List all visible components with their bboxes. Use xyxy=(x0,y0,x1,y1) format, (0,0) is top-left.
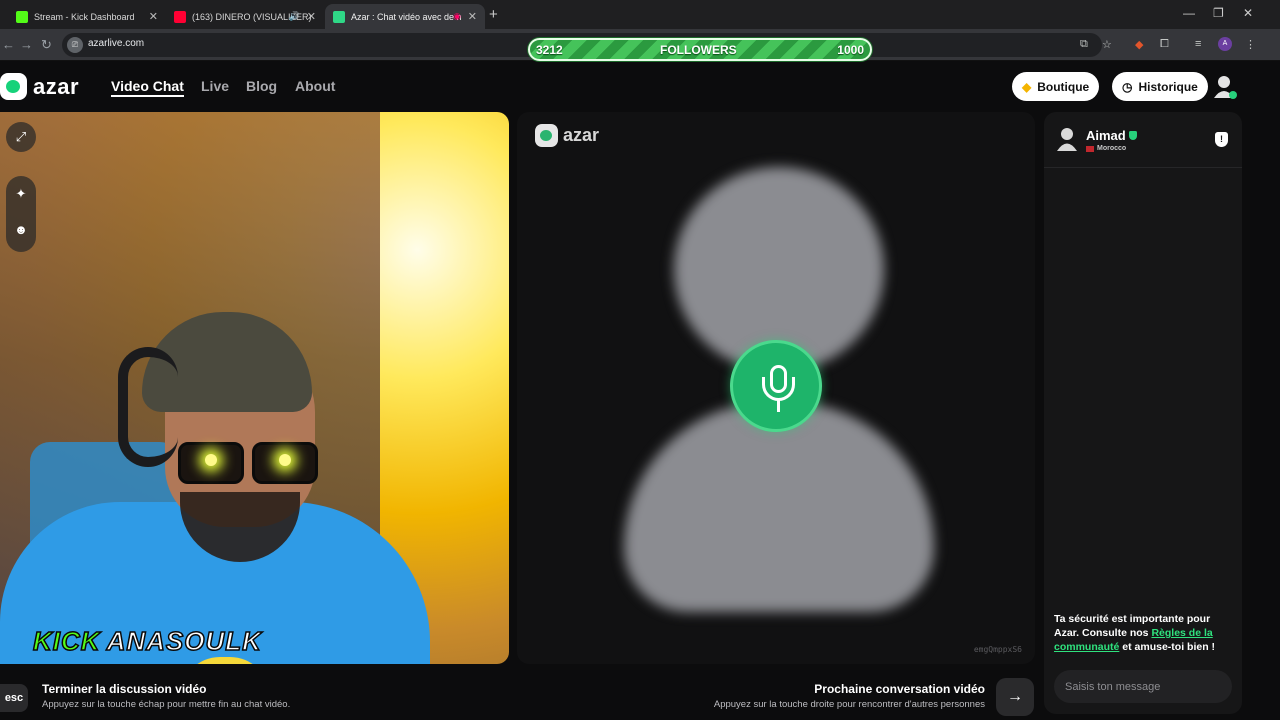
partner-name-row: Aimad xyxy=(1086,128,1137,143)
tab-azar-active[interactable]: Azar : Chat vidéo avec de n ◉ ✕ xyxy=(325,4,485,29)
speaker-icon[interactable]: 🔊 xyxy=(289,11,300,22)
platform-tag: KICK xyxy=(32,625,101,657)
tab-kick-dashboard[interactable]: Stream - Kick Dashboard ✕ xyxy=(8,4,166,29)
next-chat-hint: Appuyez sur la touche droite pour rencon… xyxy=(713,699,985,710)
session-id: emgQmppxS6 xyxy=(973,645,1022,654)
headset xyxy=(118,347,178,467)
streamer-handle: ANASOULK xyxy=(106,625,262,657)
browser-tab-strip: Stream - Kick Dashboard ✕ (163) DINERO (… xyxy=(0,0,1280,29)
bottom-controls: esc Terminer la discussion vidéo Appuyez… xyxy=(0,670,1040,720)
placeholder-avatar-body xyxy=(624,402,934,612)
streamer-name-overlay: KICK ANASOULK xyxy=(32,625,262,657)
safety-text-2: et amuse-toi bien ! xyxy=(1119,641,1216,653)
followers-goal: 1000 xyxy=(837,43,864,57)
azar-wordmark: azar xyxy=(33,73,80,99)
esc-key-button[interactable]: esc xyxy=(0,684,28,712)
diamond-icon: ◆ xyxy=(1022,79,1032,94)
chrome-menu-icon[interactable]: ⋮ xyxy=(1245,38,1256,51)
recording-icon: ◉ xyxy=(453,11,461,21)
partner-country-row: Morocco xyxy=(1086,145,1126,152)
azar-watermark-icon xyxy=(535,124,558,147)
azar-favicon-icon xyxy=(333,10,345,23)
verified-badge-icon xyxy=(1128,131,1137,140)
historique-button[interactable]: ◷ Historique xyxy=(1112,72,1208,101)
effects-toolgroup: ✦ ☻ xyxy=(6,176,36,252)
user-profile-icon[interactable] xyxy=(1212,74,1238,100)
glowing-glasses xyxy=(178,442,318,484)
followers-label: FOLLOWERS xyxy=(660,43,737,57)
site-header: azar Video Chat Live Blog About ◆ Boutiq… xyxy=(0,62,1280,110)
azar-watermark: azar xyxy=(535,124,599,147)
partner-avatar-icon xyxy=(1057,128,1077,151)
azar-logo[interactable]: azar xyxy=(0,73,79,100)
message-input[interactable] xyxy=(1054,670,1232,703)
microphone-icon xyxy=(730,340,822,432)
extensions-puzzle-icon[interactable]: ⧠ xyxy=(1160,38,1169,51)
restore-icon[interactable]: ❐ xyxy=(1213,6,1224,20)
boutique-label: Boutique xyxy=(1037,79,1090,94)
nav-about[interactable]: About xyxy=(295,78,335,94)
azar-watermark-text: azar xyxy=(563,125,600,145)
partner-video-feed: azar emgQmppxS6 xyxy=(517,112,1035,664)
nav-blog[interactable]: Blog xyxy=(246,78,277,94)
browser-profile-avatar[interactable]: A xyxy=(1218,37,1232,51)
new-tab-button[interactable]: + xyxy=(489,6,498,23)
nav-live[interactable]: Live xyxy=(201,78,229,94)
forward-icon[interactable]: → xyxy=(20,37,33,52)
back-icon[interactable]: ← xyxy=(2,37,15,52)
site-info-icon[interactable]: ⎚ xyxy=(67,37,83,53)
azar-logo-icon xyxy=(0,73,27,100)
clock-icon: ◷ xyxy=(1122,79,1133,94)
bookmark-star-icon[interactable]: ☆ xyxy=(1102,38,1112,51)
chat-panel: Aimad Morocco ! Ta sécurité est importan… xyxy=(1044,112,1242,714)
url-text: azarlive.com xyxy=(88,38,145,49)
window-close-icon[interactable]: ✕ xyxy=(1243,6,1253,20)
extension-fox-icon[interactable]: ◆ xyxy=(1135,38,1143,51)
safety-notice: Ta sécurité est importante pour Azar. Co… xyxy=(1054,612,1236,654)
close-tab-icon[interactable]: ✕ xyxy=(307,10,316,23)
partner-country: Morocco xyxy=(1097,145,1127,152)
followers-current: 3212 xyxy=(536,43,563,57)
media-control-icon[interactable]: ≡ xyxy=(1195,38,1201,50)
youtube-favicon-icon xyxy=(174,10,186,23)
end-chat-hint: Appuyez sur la touche échap pour mettre … xyxy=(42,699,291,710)
install-app-icon[interactable]: ⧉ xyxy=(1080,38,1088,51)
historique-label: Historique xyxy=(1138,79,1198,94)
partner-header: Aimad Morocco ! xyxy=(1044,112,1242,168)
nav-video-chat[interactable]: Video Chat xyxy=(111,78,184,97)
reload-icon[interactable]: ↻ xyxy=(41,37,52,53)
end-chat-title[interactable]: Terminer la discussion vidéo xyxy=(42,682,207,696)
video-side-tools: ⤢ xyxy=(6,122,36,162)
morocco-flag-icon xyxy=(1086,145,1094,152)
kick-favicon-icon xyxy=(16,10,28,23)
tab-title: Stream - Kick Dashboard xyxy=(34,11,135,22)
close-tab-icon[interactable]: ✕ xyxy=(468,10,477,23)
close-tab-icon[interactable]: ✕ xyxy=(149,10,158,23)
self-video-feed xyxy=(0,112,509,664)
expand-icon[interactable]: ⤢ xyxy=(6,122,36,152)
partner-name: Aimad xyxy=(1086,128,1126,143)
boutique-button[interactable]: ◆ Boutique xyxy=(1012,72,1100,101)
minimize-icon[interactable]: — xyxy=(1183,6,1195,20)
report-shield-icon[interactable]: ! xyxy=(1215,132,1228,147)
tab-youtube-dinero[interactable]: (163) DINERO (VISUALIZER) 🔊 ✕ xyxy=(166,4,324,29)
sparkle-effects-icon[interactable]: ✦ xyxy=(6,176,36,212)
next-chat-title[interactable]: Prochaine conversation vidéo xyxy=(814,682,985,696)
face-filter-icon[interactable]: ☻ xyxy=(6,212,36,248)
followers-goal-bar: 3212 FOLLOWERS 1000 xyxy=(528,38,872,61)
next-arrow-icon[interactable]: → xyxy=(996,678,1034,716)
tab-title: Azar : Chat vidéo avec de n xyxy=(351,11,462,22)
